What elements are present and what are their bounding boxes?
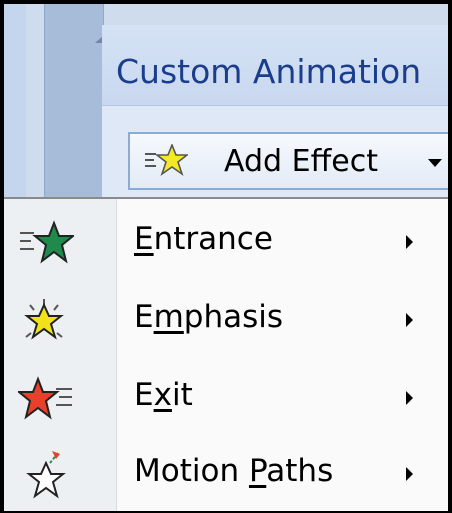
- menu-item-emphasis[interactable]: Emphasis: [4, 281, 448, 357]
- chevron-down-icon: [428, 159, 442, 167]
- menu-item-label: Entrance: [134, 221, 273, 257]
- submenu-arrow-icon: [406, 467, 413, 481]
- submenu-arrow-icon: [406, 313, 413, 327]
- submenu-arrow-icon: [406, 391, 413, 405]
- left-margin: [4, 4, 26, 204]
- entrance-star-icon: [20, 220, 74, 264]
- menu-item-motion-paths[interactable]: Motion Paths: [4, 435, 448, 511]
- task-pane-title: Custom Animation: [116, 52, 422, 91]
- add-effect-label: Add Effect: [224, 144, 378, 179]
- menu-item-entrance[interactable]: Entrance: [4, 203, 448, 279]
- menu-item-label: Exit: [134, 377, 193, 413]
- exit-star-icon: [18, 376, 72, 420]
- motion-path-star-icon: [26, 451, 66, 499]
- menu-item-label: Motion Paths: [134, 453, 334, 489]
- add-effect-button[interactable]: Add Effect: [128, 132, 448, 190]
- menu-item-label: Emphasis: [134, 299, 284, 335]
- menu-item-exit[interactable]: Exit: [4, 359, 448, 435]
- submenu-arrow-icon: [406, 235, 413, 249]
- vertical-scrollbar[interactable]: [44, 4, 111, 204]
- add-effect-menu: Entrance Emphasis Exit Motion Paths: [4, 197, 448, 511]
- emphasis-star-icon: [24, 299, 64, 340]
- effect-star-icon: [145, 144, 188, 177]
